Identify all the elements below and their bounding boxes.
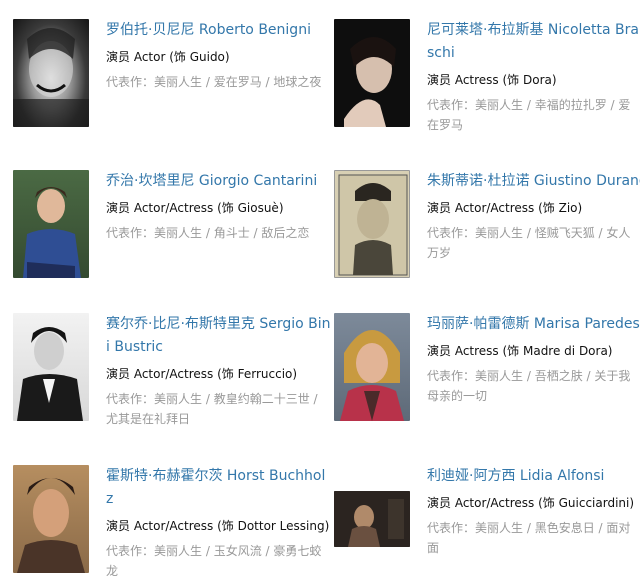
works-label: 代表作：: [106, 75, 155, 89]
actor-photo[interactable]: [334, 170, 410, 278]
portrait-image: [17, 327, 83, 421]
actor-name-link[interactable]: 罗伯托·贝尼尼 Roberto Benigni: [106, 19, 331, 42]
cast-info: 罗伯托·贝尼尼 Roberto Benigni 演员 Actor (饰 Guid…: [106, 19, 331, 92]
actor-photo[interactable]: [334, 19, 410, 127]
actor-role: 演员 Actor (饰 Guido): [106, 50, 230, 64]
actor-photo[interactable]: [13, 465, 89, 573]
portrait-image: [23, 187, 81, 278]
works-label: 代表作：: [106, 544, 155, 558]
cast-info: 尼可莱塔·布拉斯基 Nicoletta Braschi 演员 Actress (…: [427, 19, 640, 135]
works-label: 代表作：: [427, 226, 476, 240]
works-label: 代表作：: [427, 98, 476, 112]
works-list: 美丽人生 / 角斗士 / 敌后之恋: [154, 226, 310, 240]
actor-photo[interactable]: [13, 313, 89, 421]
actor-name-link[interactable]: 赛尔乔·比尼·布斯特里克 Sergio Bini Bustric: [106, 313, 331, 359]
works-label: 代表作：: [106, 392, 155, 406]
actor-photo[interactable]: [334, 313, 410, 421]
works-label: 代表作：: [106, 226, 155, 240]
portrait-image: [17, 478, 85, 573]
works-label: 代表作：: [427, 369, 476, 383]
actor-works: 代表作：美丽人生 / 玉女风流 / 豪勇七蛟龙: [106, 541, 331, 581]
actor-works: 代表作：美丽人生 / 幸福的拉扎罗 / 爱在罗马: [427, 95, 640, 135]
actor-name-link[interactable]: 乔治·坎塔里尼 Giorgio Cantarini: [106, 170, 331, 193]
cast-info: 乔治·坎塔里尼 Giorgio Cantarini 演员 Actor/Actre…: [106, 170, 331, 243]
actor-name-link[interactable]: 尼可莱塔·布拉斯基 Nicoletta Braschi: [427, 19, 640, 65]
portrait-image: [338, 174, 408, 276]
actor-role: 演员 Actor/Actress (饰 Guicciardini): [427, 496, 635, 510]
actor-role: 演员 Actor/Actress (饰 Ferruccio): [106, 367, 298, 381]
actor-role: 演员 Actor/Actress (饰 Giosuè): [106, 201, 284, 215]
portrait-image: [340, 330, 404, 421]
actor-photo[interactable]: [13, 19, 89, 127]
actor-works: 代表作：美丽人生 / 黑色安息日 / 面对面: [427, 518, 640, 558]
actor-role: 演员 Actress (饰 Madre di Dora): [427, 344, 613, 358]
cast-info: 玛丽萨·帕雷德斯 Marisa Paredes 演员 Actress (饰 Ma…: [427, 313, 640, 406]
works-list: 美丽人生 / 爱在罗马 / 地球之夜: [154, 75, 322, 89]
actor-works: 代表作：美丽人生 / 角斗士 / 敌后之恋: [106, 223, 331, 243]
actor-role: 演员 Actor/Actress (饰 Dottor Lessing): [106, 519, 330, 533]
actor-photo[interactable]: [334, 491, 410, 547]
portrait-image: [334, 491, 410, 547]
actor-works: 代表作：美丽人生 / 吾栖之肤 / 关于我母亲的一切: [427, 366, 640, 406]
actor-works: 代表作：美丽人生 / 爱在罗马 / 地球之夜: [106, 72, 331, 92]
actor-works: 代表作：美丽人生 / 怪贼飞天狐 / 女人万岁: [427, 223, 640, 263]
cast-info: 赛尔乔·比尼·布斯特里克 Sergio Bini Bustric 演员 Acto…: [106, 313, 331, 429]
cast-info: 朱斯蒂诺·杜拉诺 Giustino Durano 演员 Actor/Actres…: [427, 170, 640, 263]
cast-info: 霍斯特·布赫霍尔茨 Horst Buchholz 演员 Actor/Actres…: [106, 465, 331, 581]
actor-works: 代表作：美丽人生 / 教皇约翰二十三世 / 尤其是在礼拜日: [106, 389, 331, 429]
actor-name-link[interactable]: 朱斯蒂诺·杜拉诺 Giustino Durano: [427, 170, 640, 193]
actor-name-link[interactable]: 玛丽萨·帕雷德斯 Marisa Paredes: [427, 313, 640, 336]
actor-role: 演员 Actress (饰 Dora): [427, 73, 557, 87]
actor-photo[interactable]: [13, 170, 89, 278]
actor-name-link[interactable]: 霍斯特·布赫霍尔茨 Horst Buchholz: [106, 465, 331, 511]
cast-info: 利迪娅·阿方西 Lidia Alfonsi 演员 Actor/Actress (…: [427, 465, 640, 558]
portrait-image: [344, 37, 396, 127]
actor-role: 演员 Actor/Actress (饰 Zio): [427, 201, 583, 215]
portrait-image: [13, 28, 89, 127]
works-label: 代表作：: [427, 521, 476, 535]
actor-name-link[interactable]: 利迪娅·阿方西 Lidia Alfonsi: [427, 465, 640, 488]
